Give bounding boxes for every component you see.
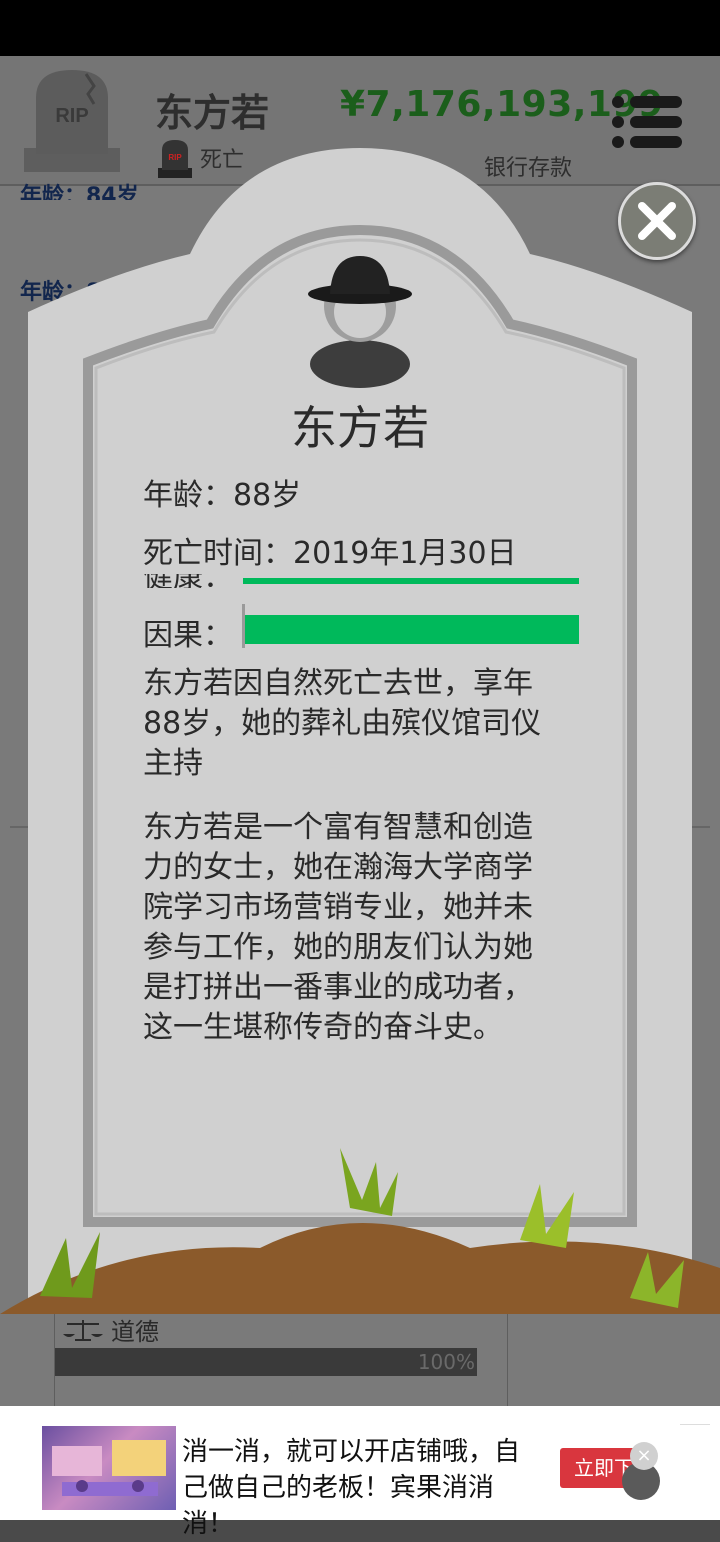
health-bar [243,578,579,584]
ad-banner[interactable]: 消一消，就可以开店铺哦，自己做自己的老板！宾果消消消！ 立即下载 × [0,1406,720,1539]
health-label: 健康： [143,574,233,588]
health-row: 健康： [143,574,579,588]
scales-icon [63,1319,103,1341]
player-name: 东方若 [155,91,270,135]
shop-illustration [52,1440,166,1496]
divider [680,1424,710,1425]
close-button[interactable] [618,182,696,260]
death-date-text: 死亡时间：2019年1月30日 [143,536,517,571]
karma-label: 因果： [143,618,233,653]
ad-text[interactable]: 消一消，就可以开店铺哦，自己做自己的老板！宾果消消消！ [182,1434,542,1542]
moral-progress: 100% [55,1348,477,1376]
rip-label: RIP [55,105,88,127]
moral-stat: 道德 100% [54,1310,508,1406]
status-bar [0,0,720,56]
moral-label: 道德 [111,1318,159,1346]
moral-label-row: 道德 [63,1312,159,1347]
close-icon[interactable] [621,185,693,257]
age-text: 年龄：88岁 [143,478,302,513]
menu-icon[interactable] [612,92,686,152]
ad-image[interactable] [42,1426,176,1510]
moral-value: 100% [417,1350,475,1374]
karma-bar [245,615,579,644]
card-name: 东方若 [291,401,429,455]
life-story: 东方若是一个富有智慧和创造力的女士，她在瀚海大学商学院学习市场营销专业，她并未参… [143,810,533,1045]
ad-close-icon[interactable]: × [630,1442,658,1470]
death-description: 东方若因自然死亡去世，享年88岁，她的葬礼由殡仪馆司仪主持 [143,666,542,781]
